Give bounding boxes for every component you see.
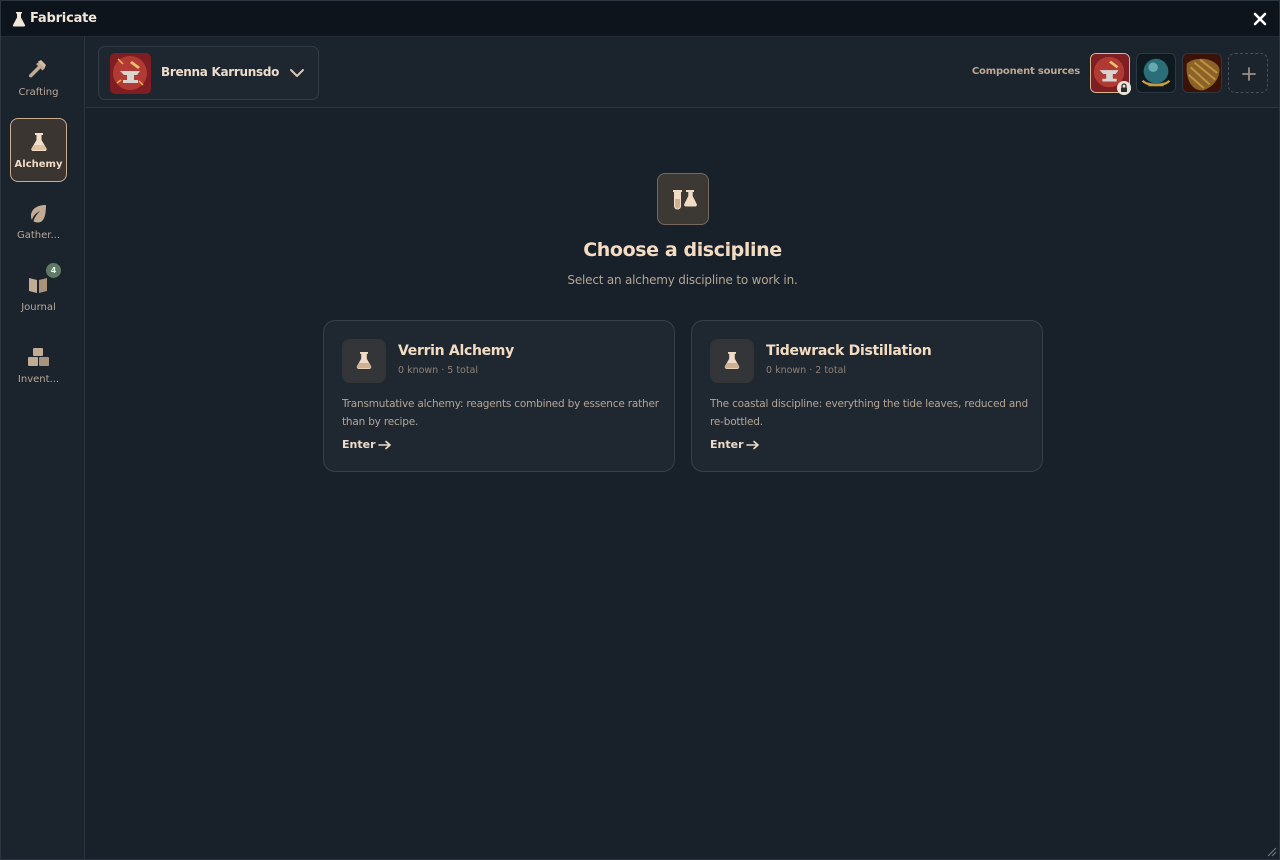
- beakers-icon: [657, 173, 709, 225]
- card-title: Tidewrack Distillation: [766, 343, 932, 359]
- sidebar-item-journal[interactable]: 4 Journal: [10, 262, 67, 326]
- card-meta: 0 known · 5 total: [398, 365, 479, 376]
- page-title: Choose a discipline: [583, 239, 782, 261]
- flask-glyph: [356, 352, 372, 369]
- sidebar-item-label: Invent...: [17, 374, 60, 385]
- leaf-icon: [31, 205, 46, 223]
- flask-icon: [12, 12, 26, 27]
- card-description: Transmutative alchemy: reagents combined…: [342, 398, 659, 428]
- fur-pelt-portrait[interactable]: [1182, 53, 1222, 93]
- character-selector[interactable]: Brenna Karrunsdottir: [98, 46, 319, 100]
- app-title: Fabricate: [30, 11, 97, 26]
- add-source-button[interactable]: [1228, 53, 1268, 93]
- chevron-down-icon: [290, 69, 304, 77]
- card-description: The coastal discipline: everything the t…: [710, 398, 1028, 428]
- sidebar-item-crafting[interactable]: Crafting: [10, 47, 67, 111]
- resize-grip-icon[interactable]: [1267, 847, 1277, 857]
- sidebar-item-label: Gather...: [16, 230, 61, 241]
- close-icon[interactable]: [1251, 10, 1269, 28]
- book-icon: [29, 278, 47, 293]
- arrow-right-icon: [746, 440, 759, 450]
- hammer-icon: [28, 60, 46, 78]
- sidebar-item-gathering[interactable]: Gather...: [10, 190, 67, 254]
- character-name: Brenna Karrunsdottir: [161, 65, 279, 79]
- component-sources-label: Component sources: [971, 66, 1080, 77]
- beakers-glyph: [673, 190, 697, 210]
- lock-icon: [1117, 81, 1131, 95]
- card-meta: 0 known · 2 total: [766, 365, 847, 376]
- sidebar-item-inventory[interactable]: Invent...: [10, 334, 67, 398]
- sidebar-item-label: Crafting: [18, 87, 59, 98]
- sidebar-nav: Crafting Alchemy Gather... 4 Journal Inv…: [1, 37, 85, 859]
- notification-badge: 4: [46, 263, 61, 278]
- card-title: Verrin Alchemy: [398, 343, 514, 359]
- anvil-portrait: [110, 53, 151, 94]
- flask-icon: [710, 339, 754, 383]
- title-bar: Fabricate: [1, 1, 1279, 37]
- discipline-card-verrin-alchemy[interactable]: Verrin Alchemy 0 known · 5 total Transmu…: [323, 320, 675, 472]
- sidebar-item-label: Journal: [21, 302, 56, 313]
- crystal-orb-portrait[interactable]: [1136, 53, 1176, 93]
- sidebar-item-label: Alchemy: [14, 159, 63, 170]
- enter-link[interactable]: Enter: [710, 438, 744, 451]
- flask-glyph: [724, 352, 740, 369]
- discipline-card-tidewrack-distillation[interactable]: Tidewrack Distillation 0 known · 2 total…: [691, 320, 1043, 472]
- flask-icon: [342, 339, 386, 383]
- sidebar-item-alchemy[interactable]: Alchemy: [10, 118, 67, 182]
- app-window: Fabricate Crafting Alchemy Gather... 4 J…: [0, 0, 1280, 860]
- page-subtitle: Select an alchemy discipline to work in.: [567, 273, 798, 287]
- flask-icon: [31, 133, 47, 151]
- arrow-right-icon: [378, 440, 391, 450]
- main-content: Choose a discipline Select an alchemy di…: [86, 109, 1279, 859]
- plus-icon: [1242, 67, 1256, 81]
- boxes-icon: [28, 348, 49, 366]
- enter-link[interactable]: Enter: [342, 438, 376, 451]
- header-bar: Brenna Karrunsdottir Component sources: [86, 37, 1279, 108]
